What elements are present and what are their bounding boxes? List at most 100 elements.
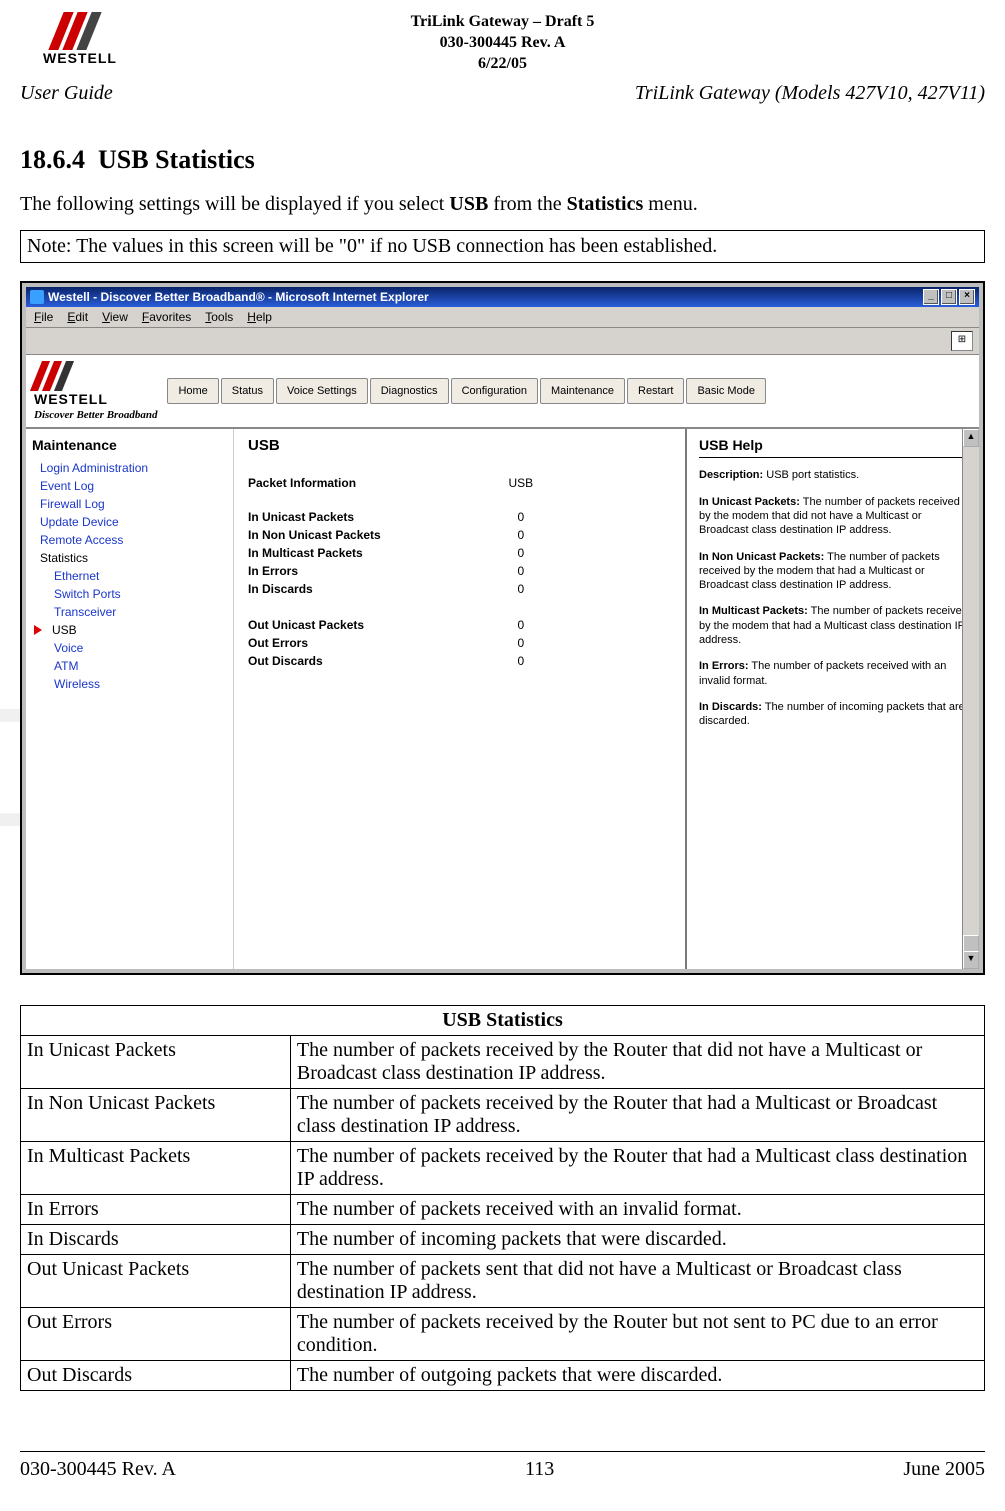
doc-date: 6/22/05 xyxy=(140,54,865,75)
sidebar-item-voice[interactable]: Voice xyxy=(32,639,227,657)
def-r4-key: In Errors xyxy=(21,1195,291,1225)
def-r3-key: In Multicast Packets xyxy=(21,1142,291,1195)
help-panel: USB Help Description: USB port statistic… xyxy=(685,429,979,969)
def-r8-key: Out Discards xyxy=(21,1361,291,1391)
help-in-multicast: In Multicast Packets: The number of pack… xyxy=(699,604,969,647)
row-out-errors-label: Out Errors xyxy=(248,634,498,652)
def-r1-val: The number of packets received by the Ro… xyxy=(290,1036,984,1089)
footer-center: 113 xyxy=(525,1458,554,1481)
row-in-non-unicast-label: In Non Unicast Packets xyxy=(248,526,498,544)
scroll-up-icon[interactable]: ▲ xyxy=(963,429,979,447)
window-maximize-button[interactable]: □ xyxy=(941,289,957,305)
row-in-errors-value: 0 xyxy=(498,562,544,580)
doc-partnum: 030-300445 Rev. A xyxy=(140,33,865,54)
app-brand-name: WESTELL xyxy=(34,391,108,407)
app-content: WESTELL Discover Better Broadband Home S… xyxy=(26,355,979,969)
scroll-down-icon[interactable]: ▼ xyxy=(963,951,979,969)
menu-help[interactable]: Help xyxy=(247,310,272,324)
tab-configuration[interactable]: Configuration xyxy=(451,378,538,404)
sidebar: Maintenance Login Administration Event L… xyxy=(26,429,234,969)
def-r5-key: In Discards xyxy=(21,1225,291,1255)
window-close-button[interactable]: × xyxy=(959,289,975,305)
help-description: Description: USB port statistics. xyxy=(699,468,969,482)
westell-logo-text: WESTELL xyxy=(43,50,117,66)
intro-mid: from the xyxy=(488,193,566,215)
browser-titlebar[interactable]: Westell - Discover Better Broadband® - M… xyxy=(26,287,979,307)
sidebar-item-login-admin[interactable]: Login Administration xyxy=(32,459,227,477)
def-r4-val: The number of packets received with an i… xyxy=(290,1195,984,1225)
note-box: Note: The values in this screen will be … xyxy=(20,230,985,263)
intro-suffix: menu. xyxy=(643,193,697,215)
sidebar-item-transceiver[interactable]: Transceiver xyxy=(32,603,227,621)
content-pane: USB Packet Information USB In Unicast Pa… xyxy=(234,429,685,969)
row-in-multicast-value: 0 xyxy=(498,544,544,562)
def-r2-key: In Non Unicast Packets xyxy=(21,1089,291,1142)
tab-diagnostics[interactable]: Diagnostics xyxy=(370,378,449,404)
def-r6-val: The number of packets sent that did not … xyxy=(290,1255,984,1308)
intro-text: The following settings will be displayed… xyxy=(20,193,985,216)
def-r7-val: The number of packets received by the Ro… xyxy=(290,1308,984,1361)
sidebar-item-update-device[interactable]: Update Device xyxy=(32,513,227,531)
row-out-errors-value: 0 xyxy=(498,634,544,652)
tab-status[interactable]: Status xyxy=(221,378,274,404)
help-in-non-unicast: In Non Unicast Packets: The number of pa… xyxy=(699,550,969,593)
app-header: WESTELL Discover Better Broadband Home S… xyxy=(26,355,979,429)
browser-menubar: File Edit View Favorites Tools Help xyxy=(26,307,979,328)
sidebar-item-statistics[interactable]: Statistics xyxy=(32,549,227,567)
intro-statistics: Statistics xyxy=(567,193,644,215)
menu-favorites[interactable]: Favorites xyxy=(142,310,191,324)
sidebar-item-atm[interactable]: ATM xyxy=(32,657,227,675)
menu-edit[interactable]: Edit xyxy=(67,310,88,324)
sidebar-item-remote-access[interactable]: Remote Access xyxy=(32,531,227,549)
row-in-discards-label: In Discards xyxy=(248,580,498,598)
sidebar-item-switch-ports[interactable]: Switch Ports xyxy=(32,585,227,603)
row-out-unicast-value: 0 xyxy=(498,616,544,634)
sidebar-heading: Maintenance xyxy=(32,437,227,453)
def-r2-val: The number of packets received by the Ro… xyxy=(290,1089,984,1142)
doc-title: TriLink Gateway – Draft 5 xyxy=(140,12,865,33)
tab-restart[interactable]: Restart xyxy=(627,378,684,404)
ie-throbber-icon: ⊞ xyxy=(951,331,973,351)
row-in-unicast-label: In Unicast Packets xyxy=(248,508,498,526)
def-r7-key: Out Errors xyxy=(21,1308,291,1361)
sidebar-item-event-log[interactable]: Event Log xyxy=(32,477,227,495)
menu-tools[interactable]: Tools xyxy=(205,310,233,324)
browser-toolbar: ⊞ xyxy=(26,328,979,355)
browser-window: Westell - Discover Better Broadband® - M… xyxy=(26,287,979,969)
app-logo: WESTELL Discover Better Broadband xyxy=(34,361,157,421)
section-title: USB Statistics xyxy=(98,145,255,174)
menu-file[interactable]: File xyxy=(34,310,53,324)
row-out-unicast-label: Out Unicast Packets xyxy=(248,616,498,634)
tab-maintenance[interactable]: Maintenance xyxy=(540,378,625,404)
def-r6-key: Out Unicast Packets xyxy=(21,1255,291,1308)
tab-home[interactable]: Home xyxy=(167,378,218,404)
section-number: 18.6.4 xyxy=(20,145,85,174)
intro-prefix: The following settings will be displayed… xyxy=(20,193,449,215)
scrollbar[interactable]: ▲ ▼ xyxy=(962,429,979,969)
westell-logo: WESTELL xyxy=(20,12,140,66)
help-in-errors: In Errors: The number of packets receive… xyxy=(699,659,969,688)
def-r8-val: The number of outgoing packets that were… xyxy=(290,1361,984,1391)
row-out-discards-label: Out Discards xyxy=(248,652,498,670)
page-footer: 030-300445 Rev. A 113 June 2005 xyxy=(20,1451,985,1481)
packet-col-usb: USB xyxy=(498,472,544,494)
app-body: Maintenance Login Administration Event L… xyxy=(26,429,979,969)
app-brand-tagline: Discover Better Broadband xyxy=(34,409,157,421)
sidebar-item-firewall-log[interactable]: Firewall Log xyxy=(32,495,227,513)
westell-mark-icon xyxy=(52,12,108,48)
content-heading: USB xyxy=(248,437,671,454)
model-line: TriLink Gateway (Models 427V10, 427V11) xyxy=(635,82,985,105)
current-marker-icon xyxy=(34,625,42,635)
help-heading: USB Help xyxy=(699,437,969,458)
tab-basic-mode[interactable]: Basic Mode xyxy=(686,378,765,404)
browser-title: Westell - Discover Better Broadband® - M… xyxy=(48,290,429,304)
packet-info-header: Packet Information xyxy=(248,472,498,494)
tab-voice-settings[interactable]: Voice Settings xyxy=(276,378,368,404)
sidebar-item-usb[interactable]: USB xyxy=(46,621,77,639)
window-minimize-button[interactable]: _ xyxy=(923,289,939,305)
user-guide-label: User Guide xyxy=(20,82,113,105)
sidebar-item-wireless[interactable]: Wireless xyxy=(32,675,227,693)
row-in-multicast-label: In Multicast Packets xyxy=(248,544,498,562)
menu-view[interactable]: View xyxy=(102,310,128,324)
sidebar-item-ethernet[interactable]: Ethernet xyxy=(32,567,227,585)
